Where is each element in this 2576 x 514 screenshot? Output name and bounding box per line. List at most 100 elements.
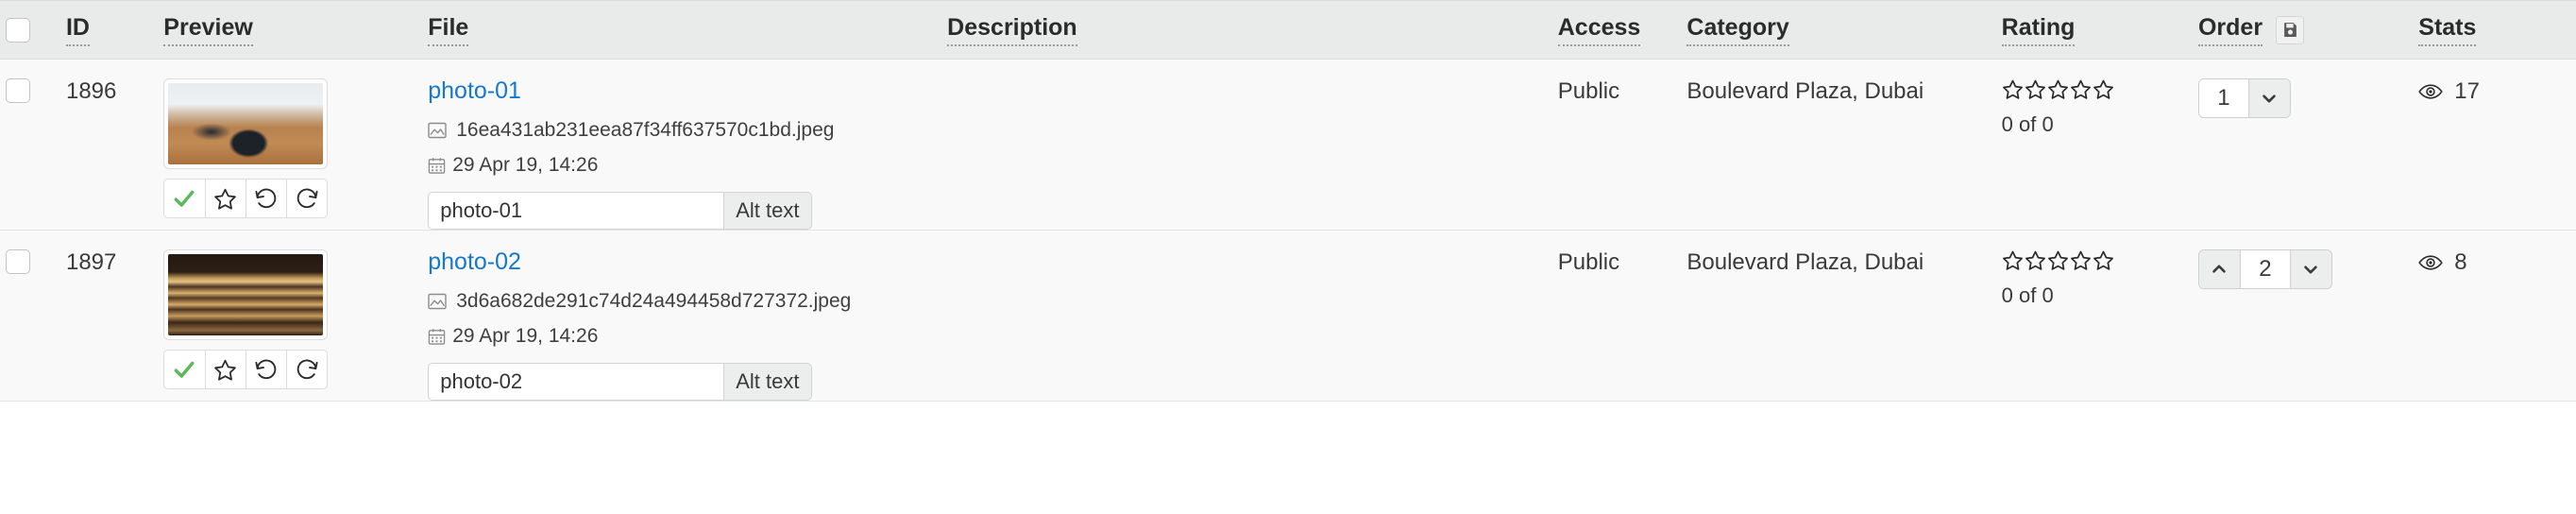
floppy-disk-save-icon[interactable] <box>2276 15 2305 44</box>
header-cell-access: Access <box>1557 0 1687 60</box>
row-id: 1897 <box>65 249 117 275</box>
row-access: Public <box>1557 249 1620 275</box>
header-cell-id: ID <box>65 0 164 60</box>
star-icon[interactable] <box>2093 249 2114 271</box>
star-icon[interactable] <box>2070 78 2092 100</box>
header-cell-stats: Stats <box>2418 0 2576 60</box>
calendar-icon <box>429 328 446 345</box>
order-value[interactable]: 2 <box>2240 250 2290 288</box>
preview-action-buttons <box>163 350 329 389</box>
row-rating-cell: 0 of 0 <box>2002 60 2198 231</box>
view-count-value: 17 <box>2454 78 2480 104</box>
media-manager-table: ID Preview File Description Access Categ… <box>0 0 2576 402</box>
order-down-button[interactable] <box>2289 250 2331 288</box>
thumbnail[interactable] <box>163 249 329 340</box>
column-order[interactable]: Order <box>2197 14 2263 46</box>
file-name: 16ea431ab231eea87f34ff637570c1bd.jpeg <box>456 119 835 141</box>
row-preview-cell <box>163 60 428 231</box>
row-rating-cell: 0 of 0 <box>2002 231 2198 402</box>
row-access-cell: Public <box>1558 231 1687 402</box>
table-body: 1896 photo-01 16ea431ab231eea87f34ff6375… <box>0 59 2576 402</box>
row-checkbox[interactable] <box>6 78 30 103</box>
alt-text-input[interactable] <box>428 363 724 401</box>
view-count: 8 <box>2418 249 2576 276</box>
star-icon[interactable] <box>2002 78 2024 100</box>
row-access: Public <box>1557 78 1620 104</box>
row-description-cell[interactable] <box>947 231 1558 402</box>
approve-button[interactable] <box>163 179 205 218</box>
row-order-cell: 1 <box>2197 60 2418 231</box>
star-icon[interactable] <box>2047 249 2069 271</box>
file-title-link[interactable]: photo-01 <box>428 79 521 103</box>
row-stats-cell: 17 <box>2418 60 2576 231</box>
row-id-cell: 1896 <box>66 60 163 231</box>
header-cell-description: Description <box>947 0 1558 60</box>
eye-icon <box>2418 255 2444 270</box>
approve-button[interactable] <box>163 350 205 389</box>
order-stepper: 1 <box>2197 78 2291 118</box>
header-cell-file: File <box>428 0 948 60</box>
alt-text-input[interactable] <box>428 192 724 230</box>
row-id-cell: 1897 <box>66 231 163 402</box>
row-checkbox[interactable] <box>6 249 30 274</box>
file-date-line: 29 Apr 19, 14:26 <box>428 325 947 348</box>
row-category-cell: Boulevard Plaza, Dubai <box>1686 231 2001 402</box>
header-cell-select <box>0 0 66 60</box>
image-icon <box>428 293 447 310</box>
rating-count: 0 of 0 <box>2001 112 2054 136</box>
star-icon[interactable] <box>2047 78 2069 100</box>
row-category-cell: Boulevard Plaza, Dubai <box>1686 60 2001 231</box>
thumbnail[interactable] <box>163 78 329 169</box>
rotate-left-button[interactable] <box>245 179 287 218</box>
row-preview-cell <box>163 231 428 402</box>
thumbnail-image <box>168 83 324 164</box>
select-all-checkbox[interactable] <box>6 17 30 43</box>
rating-stars[interactable] <box>2002 249 2198 271</box>
rotate-left-button[interactable] <box>245 350 287 389</box>
table-header: ID Preview File Description Access Categ… <box>0 0 2576 60</box>
star-icon[interactable] <box>2002 249 2024 271</box>
column-stats[interactable]: Stats <box>2418 14 2477 46</box>
order-up-button[interactable] <box>2198 250 2241 288</box>
order-value[interactable]: 1 <box>2198 79 2248 117</box>
row-description-cell[interactable] <box>947 60 1558 231</box>
row-select-cell <box>0 60 66 231</box>
star-icon[interactable] <box>2070 249 2092 271</box>
row-select-cell <box>0 231 66 402</box>
feature-button[interactable] <box>204 179 246 218</box>
eye-icon <box>2418 84 2444 99</box>
chevron-up-icon <box>2212 265 2227 273</box>
alt-text-addon-label: Alt text <box>723 363 812 401</box>
column-file[interactable]: File <box>428 14 469 46</box>
star-icon[interactable] <box>2025 78 2046 100</box>
file-title-link[interactable]: photo-02 <box>428 250 521 274</box>
column-description[interactable]: Description <box>947 14 1077 46</box>
row-access-cell: Public <box>1558 60 1687 231</box>
file-name: 3d6a682de291c74d24a494458d727372.jpeg <box>456 290 852 312</box>
row-file-cell: photo-01 16ea431ab231eea87f34ff637570c1b… <box>428 60 947 231</box>
order-stepper: 2 <box>2197 249 2332 289</box>
column-id[interactable]: ID <box>65 14 90 46</box>
column-preview[interactable]: Preview <box>163 14 253 46</box>
column-access[interactable]: Access <box>1557 14 1641 46</box>
column-rating[interactable]: Rating <box>2001 14 2076 46</box>
order-down-button[interactable] <box>2247 79 2290 117</box>
rating-count: 0 of 0 <box>2001 283 2054 307</box>
star-icon[interactable] <box>2025 249 2046 271</box>
thumbnail-image <box>168 254 324 335</box>
row-category: Boulevard Plaza, Dubai <box>1686 78 1924 104</box>
alt-text-group: Alt text <box>428 192 812 230</box>
view-count: 17 <box>2418 78 2576 105</box>
view-count-value: 8 <box>2454 249 2467 275</box>
rating-stars[interactable] <box>2002 78 2198 100</box>
feature-button[interactable] <box>204 350 246 389</box>
chevron-down-icon <box>2304 266 2318 274</box>
rotate-right-button[interactable] <box>286 179 329 218</box>
rotate-right-button[interactable] <box>286 350 329 389</box>
file-name-line: 3d6a682de291c74d24a494458d727372.jpeg <box>428 290 947 313</box>
column-category[interactable]: Category <box>1686 14 1789 46</box>
preview-action-buttons <box>163 179 329 218</box>
star-icon[interactable] <box>2093 78 2114 100</box>
file-date: 29 Apr 19, 14:26 <box>452 154 599 176</box>
table-row: 1897 photo-02 3d6a682de291c74d24a494458d… <box>0 230 2576 402</box>
